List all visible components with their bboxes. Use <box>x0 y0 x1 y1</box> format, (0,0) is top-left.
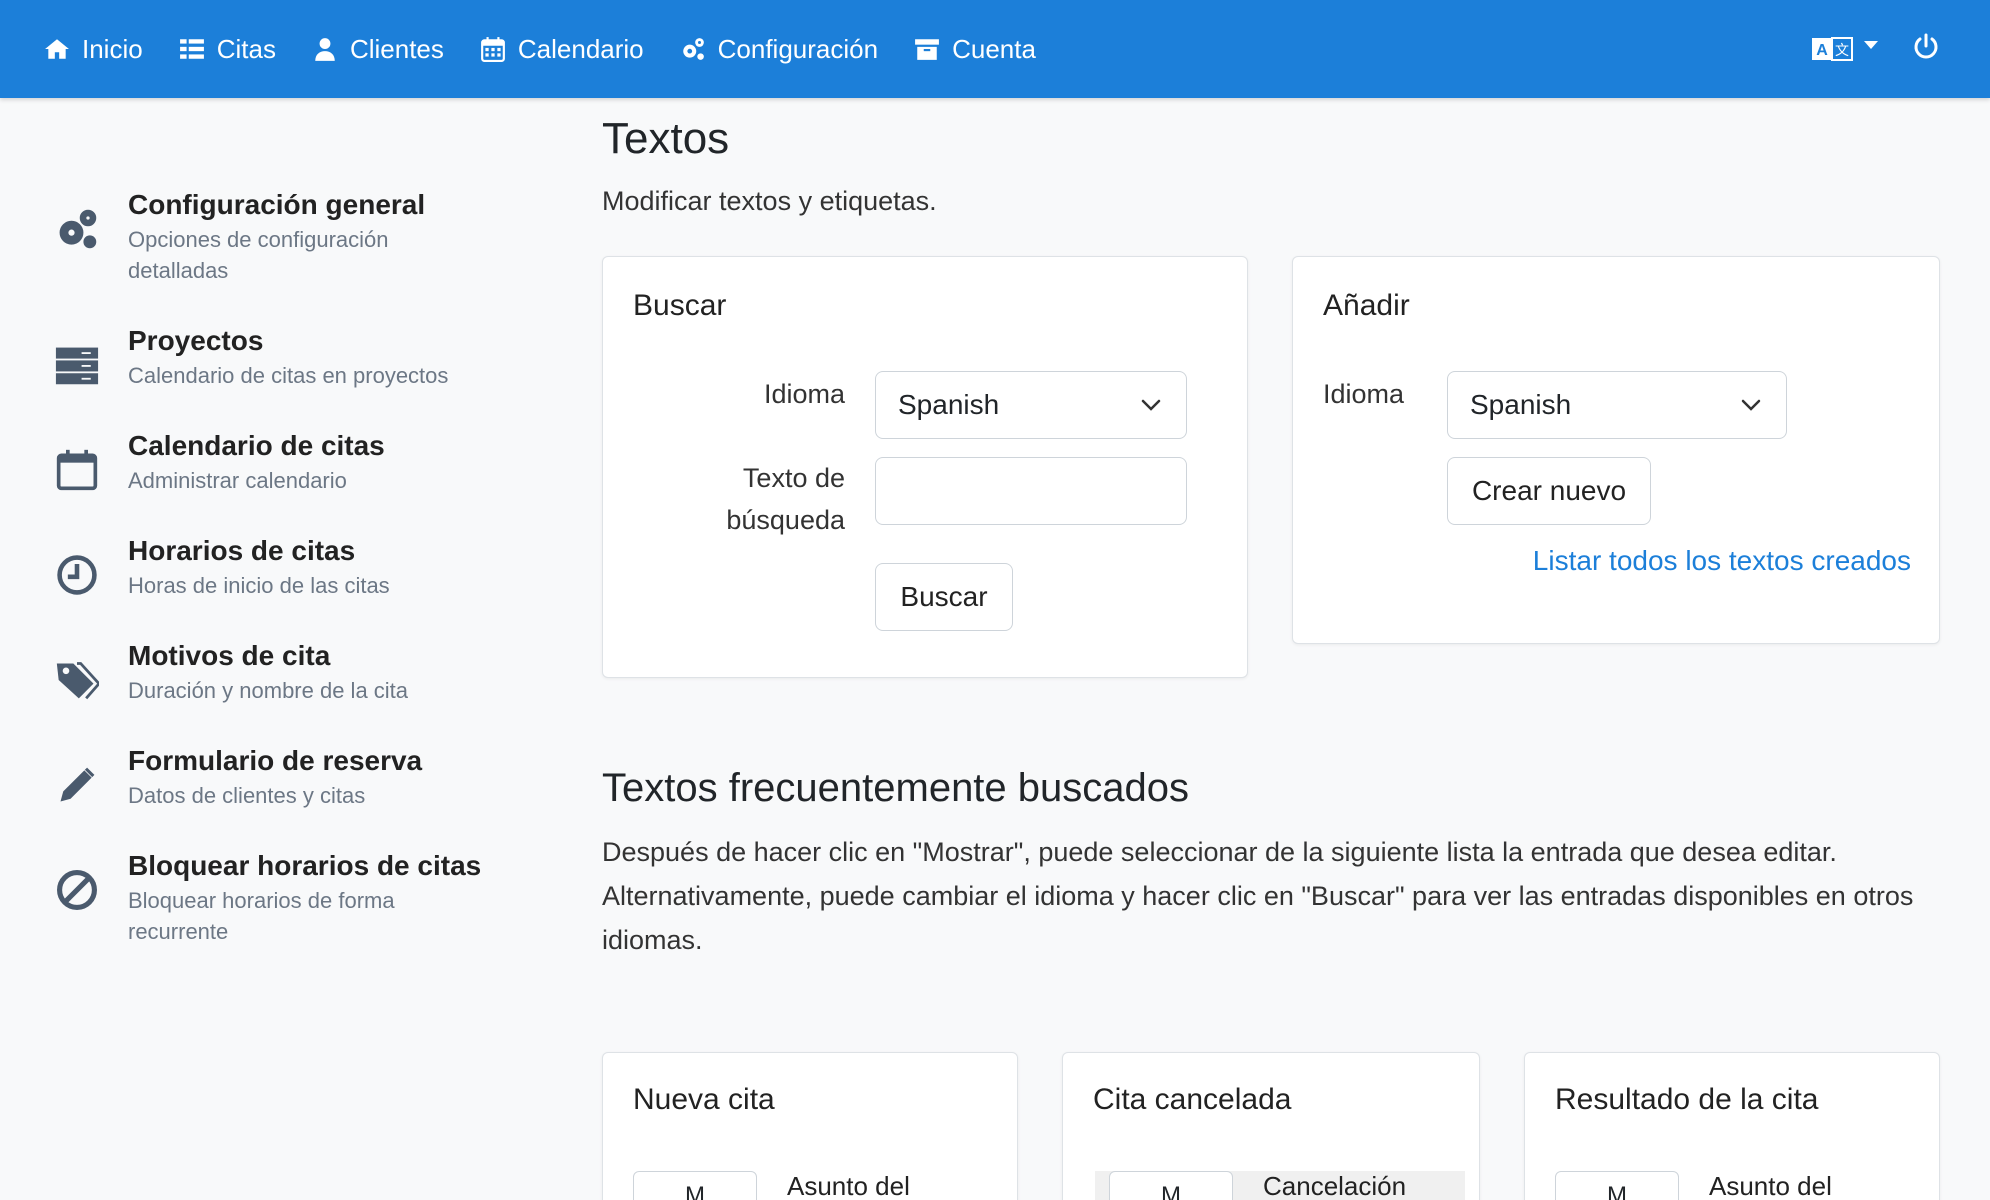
server-icon <box>55 347 99 385</box>
nav-item-label: Calendario <box>517 33 644 64</box>
language-select-value: Spanish <box>898 389 1000 420</box>
sidebar-item-motivos-de-cita[interactable]: Motivos de cita Duración y nombre de la … <box>0 637 560 706</box>
list-item-text: Asunto del <box>1709 1171 1832 1200</box>
nav-item-inicio[interactable]: Inicio <box>44 34 143 65</box>
section-title: Textos frecuentemente buscados <box>602 766 1190 810</box>
sidebar-item-desc: Duración y nombre de la cita <box>128 678 409 703</box>
card-title: Resultado de la cita <box>1555 1083 1819 1116</box>
sidebar-item-desc: Calendario de citas en proyectos <box>128 363 449 388</box>
calendar-icon <box>56 449 98 491</box>
sidebar-item-proyectos[interactable]: Proyectos Calendario de citas en proyect… <box>0 322 560 391</box>
sidebar-item-configuracion-general[interactable]: Configuración general Opciones de config… <box>0 186 560 286</box>
frequent-card-cita-cancelada: Cita cancelada M Cancelación <box>1062 1052 1480 1200</box>
list-item: M Asunto del <box>1555 1171 1925 1200</box>
add-card: Añadir Idioma Spanish Crear nuevo Listar… <box>1292 256 1940 644</box>
nav-item-label: Citas <box>216 33 276 64</box>
nav-item-citas[interactable]: Citas <box>179 34 276 65</box>
list-item: M Cancelación <box>1095 1171 1465 1200</box>
top-navbar: Inicio Citas Clientes Calendario Configu… <box>0 0 1990 98</box>
language-dropdown[interactable]: A 文 <box>1812 36 1878 62</box>
sidebar-item-desc: Opciones de configuración detalladas <box>128 227 389 283</box>
card-title: Nueva cita <box>633 1083 775 1116</box>
search-button[interactable]: Buscar <box>875 563 1013 631</box>
chevron-down-icon <box>1141 399 1161 411</box>
nav-item-cuenta[interactable]: Cuenta <box>914 34 1036 65</box>
language-select[interactable]: Spanish <box>1447 371 1787 439</box>
archive-icon <box>915 39 939 60</box>
nav-item-configuracion[interactable]: Configuración <box>680 34 878 65</box>
gears-icon <box>682 38 704 60</box>
language-icon: A 文 <box>1812 37 1853 61</box>
card-title: Buscar <box>633 289 727 322</box>
create-new-button[interactable]: Crear nuevo <box>1447 457 1651 525</box>
card-title: Cita cancelada <box>1093 1083 1292 1116</box>
language-label: Idioma <box>763 379 845 409</box>
sidebar-item-title: Formulario de reserva <box>128 745 423 776</box>
show-button[interactable]: M <box>1555 1171 1679 1200</box>
sidebar-item-title: Proyectos <box>128 325 264 356</box>
search-input[interactable] <box>875 457 1187 525</box>
sidebar-item-desc: Bloquear horarios de forma recurrente <box>128 888 395 944</box>
list-icon <box>179 39 204 59</box>
sidebar-item-bloquear-horarios[interactable]: Bloquear horarios de citas Bloquear hora… <box>0 847 560 947</box>
list-item: M Asunto del <box>633 1171 1003 1200</box>
user-icon <box>315 38 335 61</box>
sidebar-item-title: Configuración general <box>128 189 426 220</box>
pencil-icon <box>60 767 95 802</box>
show-button[interactable]: M <box>1109 1171 1233 1200</box>
home-icon <box>45 39 69 59</box>
list-all-texts-link[interactable]: Listar todos los textos creados <box>1533 545 1911 577</box>
nav-item-calendario[interactable]: Calendario <box>480 34 644 65</box>
section-description: Después de hacer clic en "Mostrar", pued… <box>602 837 1914 955</box>
nav-item-label: Clientes <box>349 33 444 64</box>
card-title: Añadir <box>1323 289 1410 322</box>
language-select[interactable]: Spanish <box>875 371 1187 439</box>
nav-item-label: Cuenta <box>952 33 1036 64</box>
chevron-down-icon <box>1864 41 1878 49</box>
power-icon <box>1914 33 1938 58</box>
sidebar-item-horarios-de-citas[interactable]: Horarios de citas Horas de inicio de las… <box>0 532 560 601</box>
page-subtitle: Modificar textos y etiquetas. <box>602 186 937 216</box>
search-text-label: Texto de búsqueda <box>726 463 845 535</box>
list-item-text: Cancelación <box>1263 1171 1407 1200</box>
tags-icon <box>56 662 99 700</box>
nav-item-label: Configuración <box>717 33 879 64</box>
nav-item-clientes[interactable]: Clientes <box>312 34 444 65</box>
show-button[interactable]: M <box>633 1171 757 1200</box>
sidebar-item-formulario-de-reserva[interactable]: Formulario de reserva Datos de clientes … <box>0 742 560 811</box>
calendar-icon <box>480 37 505 62</box>
logout-button[interactable] <box>1912 33 1940 66</box>
frequent-card-nueva-cita: Nueva cita M Asunto del <box>602 1052 1018 1200</box>
svg-text:A: A <box>1816 42 1828 59</box>
nav-item-label: Inicio <box>82 33 143 64</box>
language-label: Idioma <box>1323 379 1405 409</box>
chevron-down-icon <box>1741 399 1761 411</box>
sidebar-item-title: Calendario de citas <box>128 430 385 461</box>
frequent-card-resultado: Resultado de la cita M Asunto del <box>1524 1052 1940 1200</box>
clock-icon <box>57 555 97 595</box>
sidebar-item-title: Bloquear horarios de citas <box>128 850 482 881</box>
sidebar-item-desc: Horas de inicio de las citas <box>128 573 390 598</box>
search-card: Buscar Idioma Spanish Texto de búsqueda … <box>602 256 1248 678</box>
sidebar-item-desc: Datos de clientes y citas <box>128 783 366 808</box>
sidebar-item-title: Horarios de citas <box>128 535 356 566</box>
language-select-value: Spanish <box>1470 389 1572 420</box>
sidebar-item-title: Motivos de cita <box>128 640 331 671</box>
svg-text:文: 文 <box>1835 43 1849 59</box>
settings-sidebar: Configuración general Opciones de config… <box>0 98 560 1200</box>
sidebar-item-calendario-de-citas[interactable]: Calendario de citas Administrar calendar… <box>0 427 560 496</box>
sidebar-item-desc: Administrar calendario <box>128 468 347 493</box>
page-title: Textos <box>602 114 730 163</box>
list-item-text: Asunto del <box>787 1171 910 1200</box>
gears-icon <box>59 209 97 249</box>
ban-icon <box>57 870 97 910</box>
